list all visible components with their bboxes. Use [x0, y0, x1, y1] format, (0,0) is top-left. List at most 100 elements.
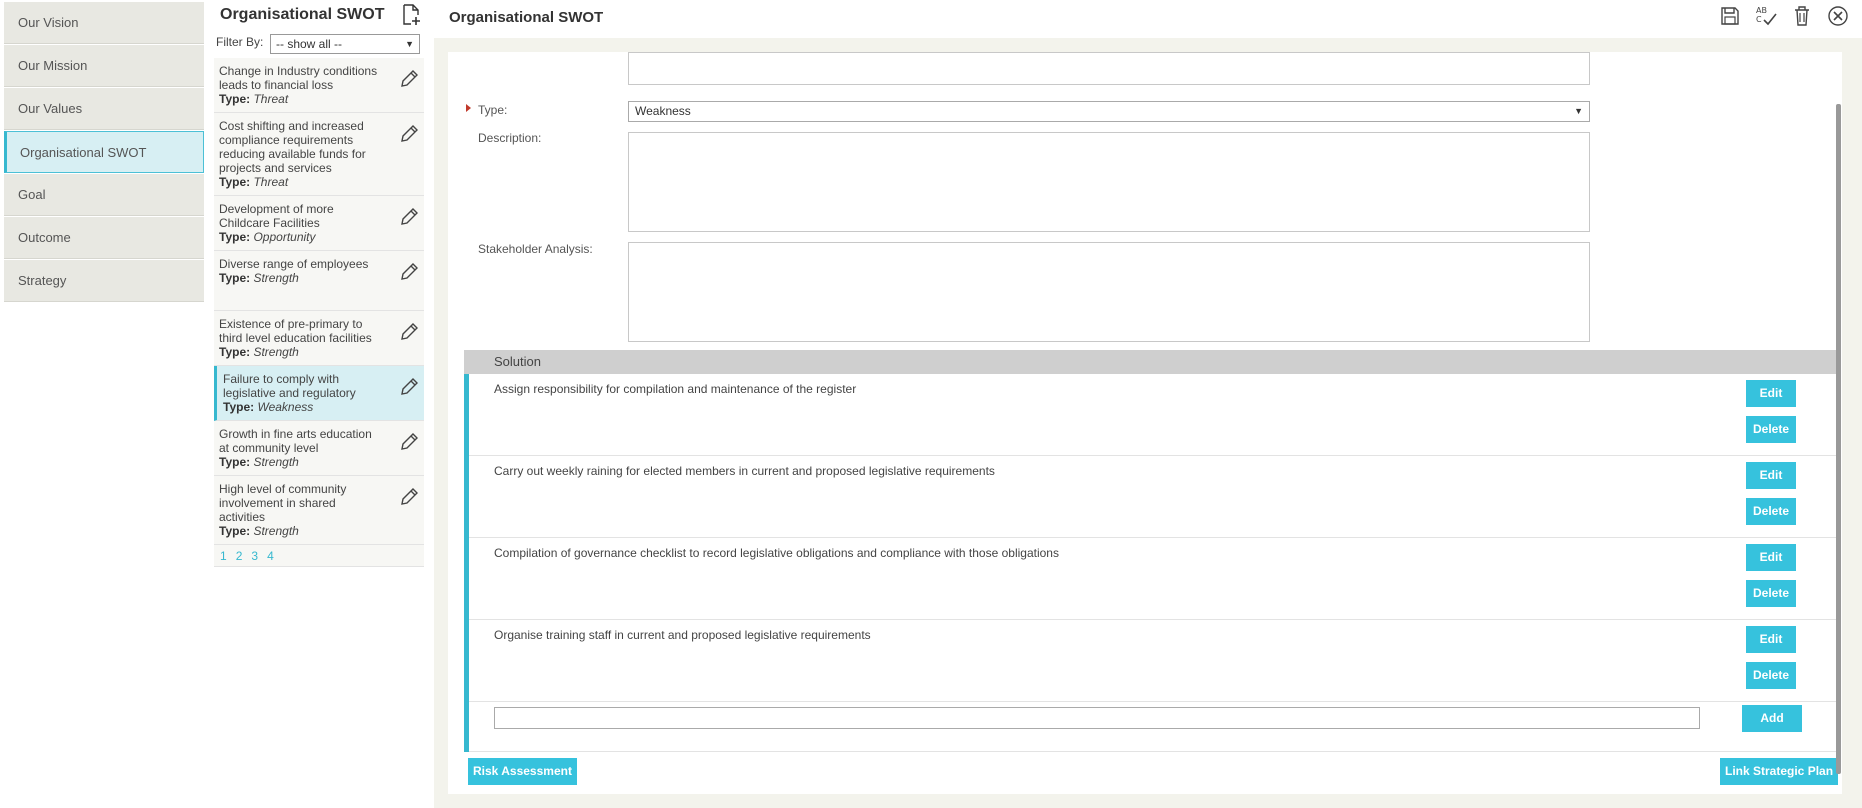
page-link-1[interactable]: 1: [220, 549, 227, 563]
list-item[interactable]: Development of more Childcare Facilities…: [214, 196, 424, 251]
title-textarea[interactable]: [628, 52, 1590, 85]
list-item-type: Threat: [253, 175, 289, 189]
solution-row: Assign responsibility for compilation an…: [469, 374, 1836, 456]
dropdown-arrow-icon: ▼: [1574, 106, 1583, 116]
type-prefix: Type:: [223, 400, 255, 414]
solution-row: Carry out weekly raining for elected mem…: [469, 456, 1836, 538]
form-area: Type: Weakness ▼ Description: Stakeholde…: [448, 52, 1842, 794]
filter-select[interactable]: -- show all -- ▼: [270, 34, 420, 54]
list-item[interactable]: Failure to comply with legislative and r…: [214, 366, 424, 421]
pencil-icon[interactable]: [398, 68, 420, 90]
nav-item-our-values[interactable]: Our Values: [4, 88, 204, 130]
filter-label: Filter By:: [216, 35, 264, 49]
toolbar: AB C: [1718, 4, 1850, 30]
type-prefix: Type:: [219, 455, 251, 469]
list-item-type: Strength: [253, 271, 299, 285]
type-prefix: Type:: [219, 175, 251, 189]
pencil-icon[interactable]: [398, 206, 420, 228]
page-link-3[interactable]: 3: [251, 549, 258, 563]
nav-item-strategy[interactable]: Strategy: [4, 260, 204, 302]
edit-button[interactable]: Edit: [1746, 626, 1796, 653]
delete-button[interactable]: Delete: [1746, 662, 1796, 689]
risk-assessment-button[interactable]: Risk Assessment: [468, 758, 577, 785]
dropdown-arrow-icon: ▼: [405, 39, 414, 49]
list-item-type: Strength: [253, 524, 299, 538]
list-item-type: Weakness: [257, 400, 314, 414]
list-item-type: Opportunity: [253, 230, 316, 244]
pencil-icon[interactable]: [398, 123, 420, 145]
link-strategic-plan-button[interactable]: Link Strategic Plan: [1720, 758, 1839, 785]
svg-text:C: C: [1756, 15, 1762, 24]
solution-header: Solution: [464, 350, 1836, 374]
main-panel: Type: Weakness ▼ Description: Stakeholde…: [434, 38, 1862, 808]
pencil-icon[interactable]: [398, 261, 420, 283]
list-item-text: Failure to comply with legislative and r…: [223, 372, 356, 400]
stakeholder-label: Stakeholder Analysis:: [478, 242, 593, 256]
type-prefix: Type:: [219, 92, 251, 106]
left-nav: Our Vision Our Mission Our Values Organi…: [4, 2, 204, 303]
solution-row: Organise training staff in current and p…: [469, 620, 1836, 702]
list-item-text: High level of community involvement in s…: [219, 482, 347, 524]
list-item-text: Cost shifting and increased compliance r…: [219, 119, 366, 175]
type-label: Type:: [478, 103, 508, 117]
list-header: Organisational SWOT: [214, 0, 424, 30]
list-item-text: Diverse range of employees: [219, 257, 369, 271]
trash-icon[interactable]: [1790, 4, 1814, 28]
add-button[interactable]: Add: [1742, 705, 1802, 732]
page-link-4[interactable]: 4: [267, 549, 274, 563]
type-prefix: Type:: [219, 524, 251, 538]
description-textarea[interactable]: [628, 132, 1590, 232]
delete-button[interactable]: Delete: [1746, 416, 1796, 443]
edit-button[interactable]: Edit: [1746, 544, 1796, 571]
pencil-icon[interactable]: [398, 431, 420, 453]
type-select[interactable]: Weakness ▼: [628, 101, 1590, 122]
description-label: Description:: [478, 131, 542, 145]
new-document-icon[interactable]: [400, 3, 422, 27]
filter-value: -- show all --: [276, 37, 343, 51]
delete-button[interactable]: Delete: [1746, 498, 1796, 525]
list-item[interactable]: Existence of pre-primary to third level …: [214, 311, 424, 366]
nav-item-goal[interactable]: Goal: [4, 174, 204, 216]
required-marker-icon: [466, 104, 471, 112]
solution-section: Solution Assign responsibility for compi…: [464, 350, 1836, 752]
list-item-text: Change in Industry conditions leads to f…: [219, 64, 378, 92]
list-item-type: Threat: [253, 92, 289, 106]
pencil-icon[interactable]: [398, 486, 420, 508]
delete-button[interactable]: Delete: [1746, 580, 1796, 607]
nav-item-outcome[interactable]: Outcome: [4, 217, 204, 259]
vertical-scrollbar[interactable]: [1836, 104, 1841, 774]
list-title: Organisational SWOT: [220, 6, 385, 23]
nav-item-our-vision[interactable]: Our Vision: [4, 2, 204, 44]
spellcheck-icon[interactable]: AB C: [1754, 4, 1778, 28]
solution-text: Organise training staff in current and p…: [494, 628, 871, 642]
save-icon[interactable]: [1718, 4, 1742, 28]
type-value: Weakness: [635, 104, 691, 118]
page-link-2[interactable]: 2: [236, 549, 243, 563]
solution-text: Carry out weekly raining for elected mem…: [494, 464, 995, 478]
edit-button[interactable]: Edit: [1746, 462, 1796, 489]
pencil-icon[interactable]: [398, 376, 420, 398]
solution-text: Compilation of governance checklist to r…: [494, 546, 1059, 560]
solution-list: Assign responsibility for compilation an…: [464, 374, 1836, 752]
list-item-text: Existence of pre-primary to third level …: [219, 317, 372, 345]
nav-item-organisational-swot[interactable]: Organisational SWOT: [4, 131, 204, 173]
list-item[interactable]: High level of community involvement in s…: [214, 476, 424, 545]
edit-button[interactable]: Edit: [1746, 380, 1796, 407]
list-item-text: Development of more Childcare Facilities: [219, 202, 334, 230]
type-prefix: Type:: [219, 271, 251, 285]
solution-text: Assign responsibility for compilation an…: [494, 382, 857, 396]
list-item[interactable]: Diverse range of employees Type: Strengt…: [214, 251, 424, 311]
list-item[interactable]: Change in Industry conditions leads to f…: [214, 58, 424, 113]
close-icon[interactable]: [1826, 4, 1850, 28]
new-solution-input[interactable]: [494, 707, 1700, 729]
type-prefix: Type:: [219, 345, 251, 359]
list-item-text: Growth in fine arts education at communi…: [219, 427, 372, 455]
list-item[interactable]: Cost shifting and increased compliance r…: [214, 113, 424, 196]
add-solution-row: Add: [469, 702, 1836, 752]
stakeholder-textarea[interactable]: [628, 242, 1590, 342]
solution-row: Compilation of governance checklist to r…: [469, 538, 1836, 620]
list-item[interactable]: Growth in fine arts education at communi…: [214, 421, 424, 476]
nav-item-our-mission[interactable]: Our Mission: [4, 45, 204, 87]
page-title: Organisational SWOT: [449, 9, 604, 26]
pencil-icon[interactable]: [398, 321, 420, 343]
